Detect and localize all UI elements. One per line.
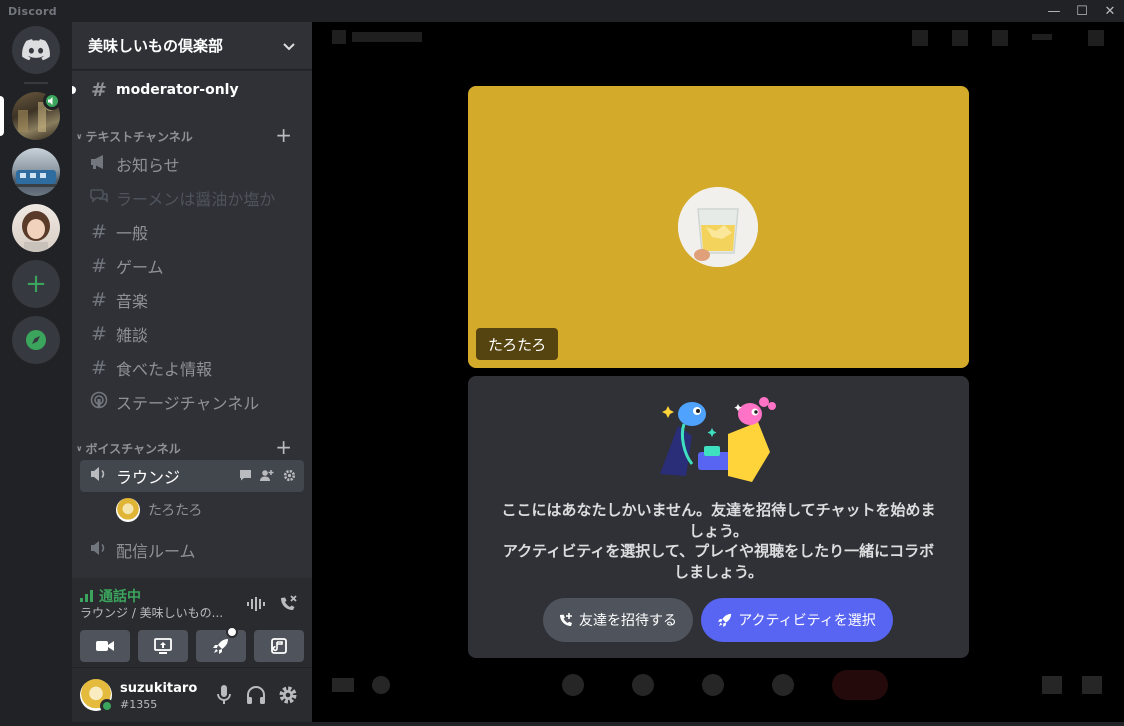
compass-icon [26, 330, 46, 350]
plus-icon: + [25, 269, 47, 299]
channel-announcements[interactable]: お知らせ [80, 148, 304, 180]
announcement-icon [88, 153, 110, 175]
home-button[interactable] [12, 26, 60, 74]
channel-sidebar: 美味しいもの倶楽部 # moderator-only ∨ テキストチャンネル +… [72, 22, 312, 722]
connection-status[interactable]: 通話中 [80, 586, 141, 606]
server-name: 美味しいもの倶楽部 [88, 37, 224, 55]
deafen-button[interactable] [244, 683, 268, 707]
chevron-down-icon: ∨ [76, 131, 83, 141]
channel-forum-ramen[interactable]: ラーメンは醤油か塩か [80, 182, 304, 214]
title-bar: Discord — ☐ ✕ [0, 0, 1124, 22]
online-status-icon [100, 699, 114, 713]
minimize-button[interactable]: — [1040, 0, 1068, 22]
avatar [116, 498, 140, 522]
soundboard-button[interactable] [254, 630, 304, 662]
screen-share-icon [154, 638, 172, 654]
channel-ate-info[interactable]: # 食べたよ情報 [80, 352, 304, 384]
video-camera-icon [96, 641, 114, 651]
speaker-icon [88, 539, 110, 561]
forum-icon [88, 187, 110, 209]
rocket-icon [213, 639, 228, 654]
voice-channel-stream-room[interactable]: 配信ルーム [80, 534, 304, 566]
rail-separator [24, 82, 48, 84]
speaker-icon [88, 465, 110, 487]
user-panel: suzukitaro #1355 [72, 668, 312, 722]
category-voice-channels[interactable]: ∨ ボイスチャンネル + [76, 435, 308, 459]
invite-member-icon[interactable] [260, 468, 274, 482]
hash-lock-icon: # [91, 79, 107, 101]
signal-icon [80, 590, 93, 602]
disconnect-button[interactable] [274, 592, 302, 616]
maximize-button[interactable]: ☐ [1068, 0, 1096, 22]
avatar [678, 187, 758, 267]
username[interactable]: suzukitaro [120, 681, 197, 696]
voice-stage: たろたろ ここにはあなたしかいません。友達を招待してチャットを始めましょう。 ア… [312, 22, 1124, 722]
voice-participant[interactable]: たろたろ [116, 497, 202, 523]
channel-game[interactable]: # ゲーム [80, 250, 304, 282]
channel-stage[interactable]: ステージチャンネル [80, 386, 304, 418]
user-tag: #1355 [120, 698, 158, 711]
participant-nameplate: たろたろ [476, 328, 559, 360]
user-settings-button[interactable] [276, 683, 300, 707]
explore-servers-button[interactable] [12, 316, 60, 364]
server-list: + [0, 22, 72, 722]
create-channel-icon[interactable]: + [275, 123, 292, 147]
screen-share-button[interactable] [138, 630, 188, 662]
open-chat-icon[interactable] [238, 468, 252, 482]
hash-icon: # [91, 357, 107, 379]
invite-friends-button[interactable]: 友達を招待する [543, 598, 693, 642]
app-title: Discord [8, 4, 57, 18]
chevron-down-icon [283, 42, 295, 50]
choose-activity-button[interactable]: アクティビティを選択 [701, 598, 893, 642]
participant-tile[interactable]: たろたろ [468, 86, 969, 368]
channel-actions [238, 468, 296, 482]
server-photo-icon [22, 211, 50, 252]
channel-music[interactable]: # 音楽 [80, 284, 304, 316]
notification-dot [226, 626, 238, 638]
voice-connection-panel: 通話中 ラウンジ / 美味しいもの... [72, 578, 312, 668]
voice-channel-lounge[interactable]: ラウンジ [80, 460, 304, 492]
empty-call-message: ここにはあなたしかいません。友達を招待してチャットを始めましょう。 アクティビテ… [501, 501, 936, 581]
channel-chat[interactable]: # 雑談 [80, 318, 304, 350]
server-photo-icon [16, 170, 56, 187]
discord-logo-icon [22, 39, 50, 61]
hash-icon: # [91, 221, 107, 243]
rocket-icon [718, 613, 732, 627]
selected-server-pill [0, 96, 4, 136]
drink-glass-icon [678, 187, 758, 267]
channel-moderator-only[interactable]: # moderator-only [72, 74, 304, 106]
connection-location[interactable]: ラウンジ / 美味しいもの... [80, 604, 223, 621]
phone-disconnect-icon [281, 595, 297, 610]
create-channel-icon[interactable]: + [275, 435, 292, 459]
activity-illustration [660, 397, 776, 482]
microphone-icon [217, 685, 231, 704]
chevron-down-icon: ∨ [76, 443, 83, 453]
camera-button[interactable] [80, 630, 130, 662]
hash-icon: # [91, 323, 107, 345]
close-button[interactable]: ✕ [1096, 0, 1124, 22]
server-header[interactable]: 美味しいもの倶楽部 [72, 22, 312, 70]
noise-suppression-button[interactable] [242, 592, 270, 616]
unread-indicator [72, 86, 76, 94]
server-icon-portrait[interactable] [12, 204, 60, 252]
hash-icon: # [91, 255, 107, 277]
gear-icon [279, 686, 297, 704]
server-icon-train[interactable] [12, 148, 60, 196]
faded-header [312, 22, 1124, 58]
gear-icon[interactable] [282, 468, 296, 482]
add-server-button[interactable]: + [12, 260, 60, 308]
stage-icon [88, 391, 110, 414]
mute-button[interactable] [212, 683, 236, 707]
add-call-icon [559, 613, 573, 627]
headphones-icon [247, 686, 265, 704]
channel-general[interactable]: # 一般 [80, 216, 304, 248]
hash-icon: # [91, 289, 107, 311]
soundboard-icon [271, 638, 287, 654]
category-text-channels[interactable]: ∨ テキストチャンネル + [76, 123, 308, 147]
invite-panel: ここにはあなたしかいません。友達を招待してチャットを始めましょう。 アクティビテ… [468, 376, 969, 658]
faded-call-controls [312, 662, 1124, 722]
activity-button[interactable] [196, 626, 246, 662]
voice-connected-icon [43, 92, 61, 110]
waveform-icon [247, 597, 265, 611]
